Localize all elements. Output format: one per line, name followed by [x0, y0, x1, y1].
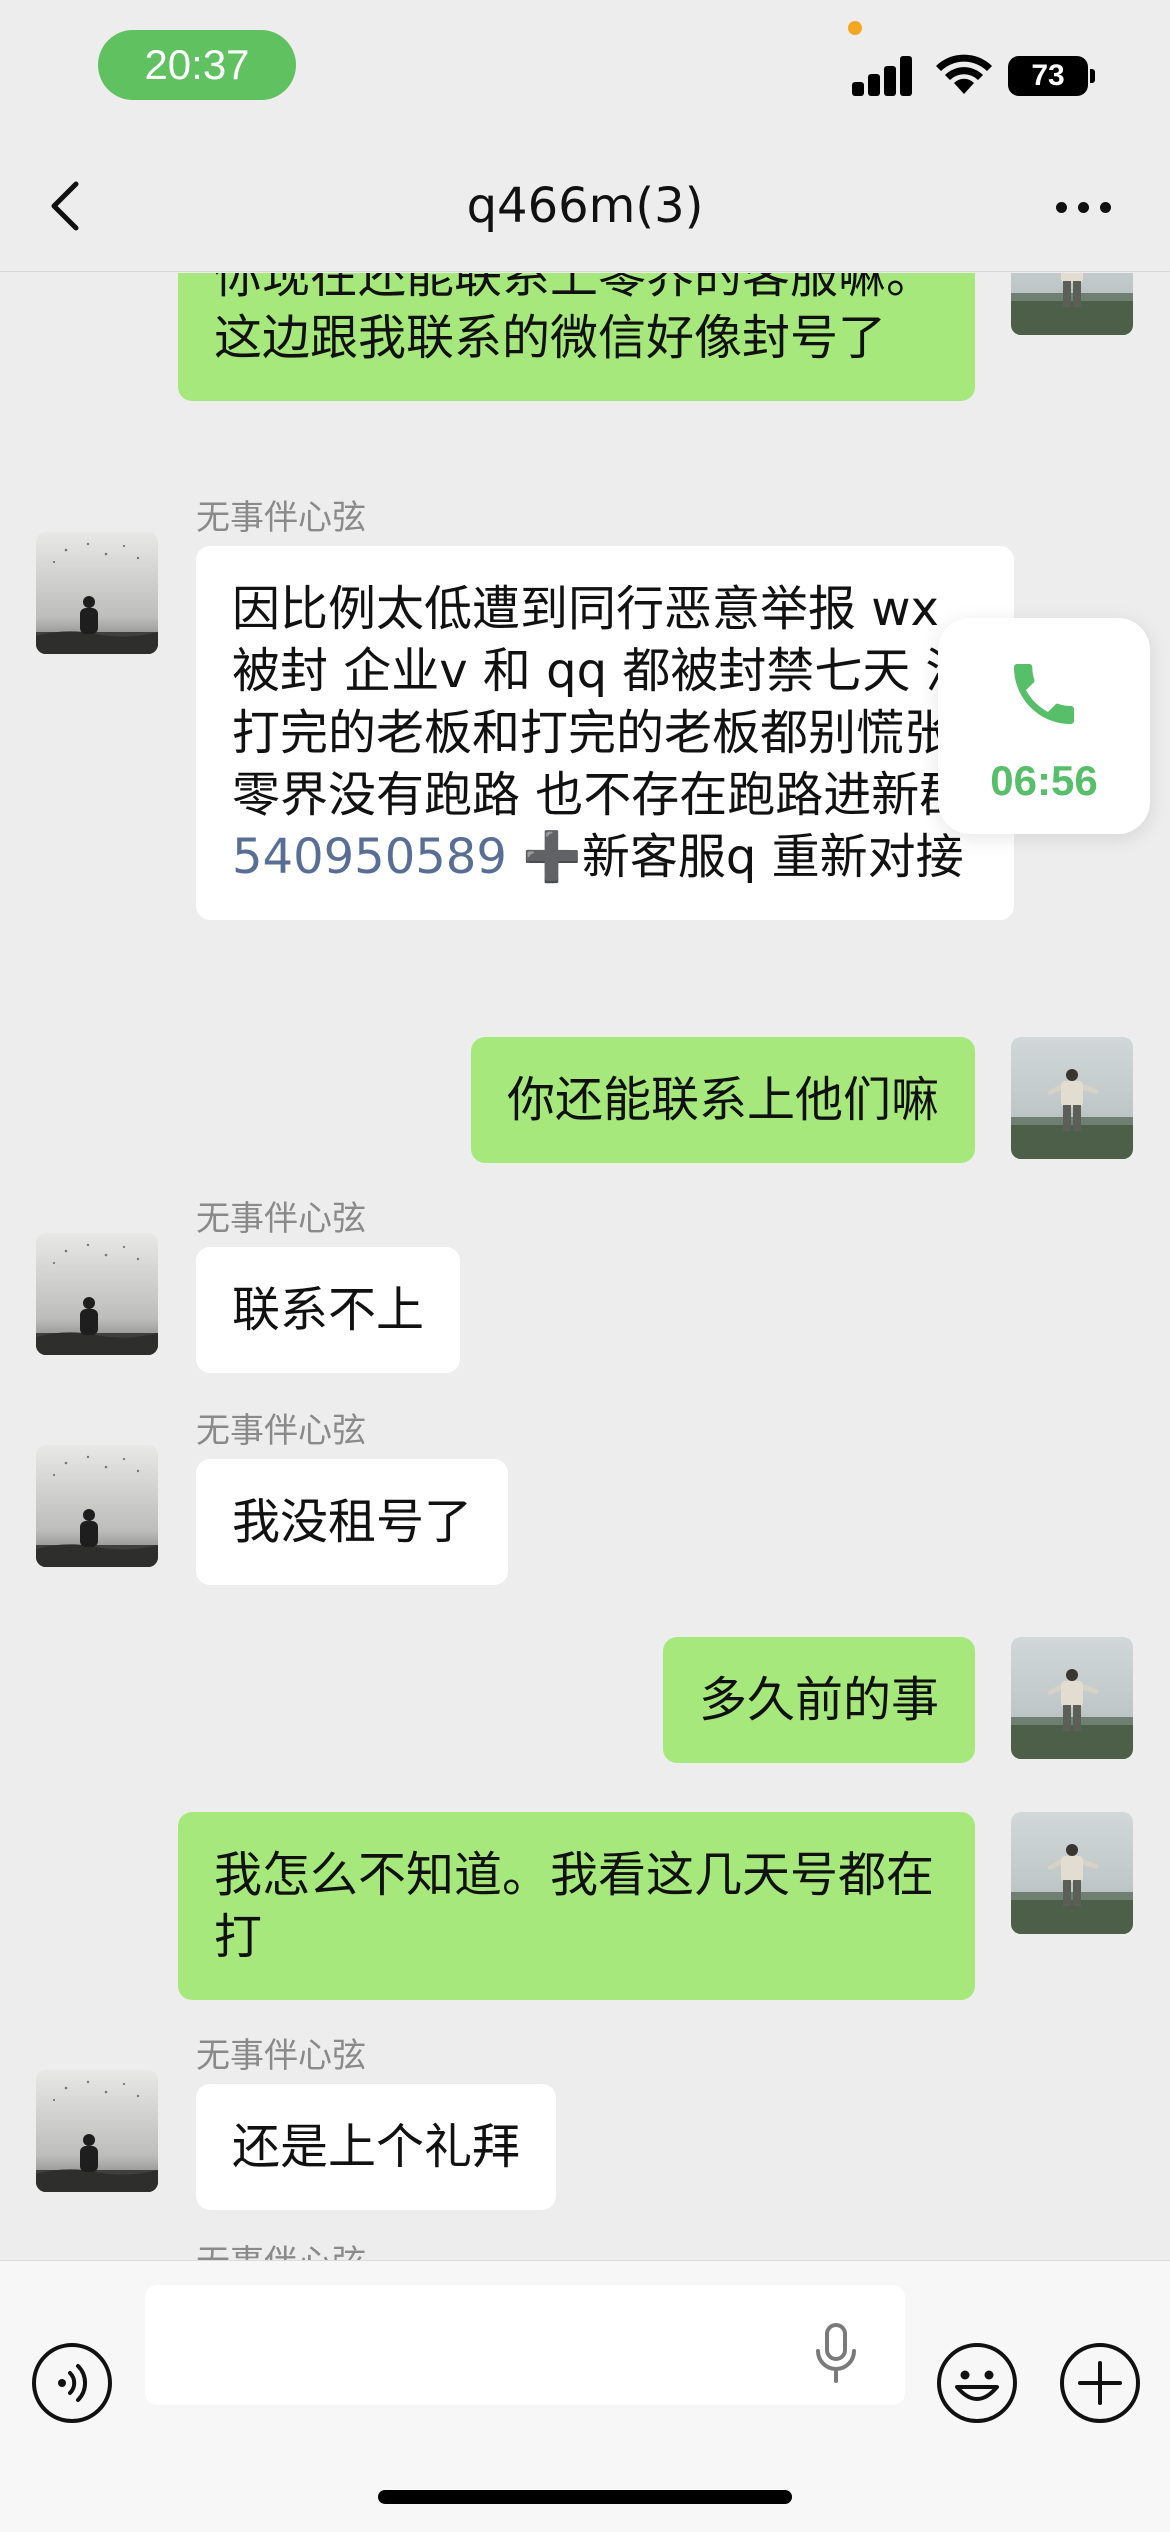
own-avatar[interactable] [1011, 1037, 1133, 1159]
cellular-signal-icon [852, 56, 914, 96]
status-bar: 20:37 73 [0, 0, 1170, 140]
message-text: 因比例太低遭到同行恶意举报 wx被封 企业v 和 qq 都被封禁七天 没打完的老… [232, 581, 974, 823]
chat-title[interactable]: q466m(3) [300, 176, 870, 236]
emoji-icon[interactable] [935, 2341, 1019, 2425]
voice-icon[interactable] [30, 2341, 114, 2425]
own-avatar[interactable] [1011, 1812, 1133, 1934]
ongoing-call-widget[interactable]: 06:56 [938, 618, 1150, 834]
group-number-link[interactable]: 540950589 [232, 829, 507, 885]
message-bubble[interactable]: 我没租号了 [196, 1459, 509, 1585]
message-bubble[interactable]: 还是上个礼拜 [196, 2084, 557, 2210]
message-bubble[interactable]: 多久前的事 [662, 1637, 975, 1763]
status-time: 20:37 [98, 30, 296, 100]
sender-name: 无事伴心弦 [196, 498, 366, 538]
home-indicator[interactable] [378, 2490, 792, 2504]
message-text: ➕新客服q 重新对接 [506, 829, 964, 885]
call-duration: 06:56 [990, 757, 1098, 804]
sender-name: 无事伴心弦 [196, 1199, 366, 1239]
contact-avatar[interactable] [36, 1233, 158, 1355]
own-avatar[interactable] [1011, 273, 1133, 335]
battery-level: 73 [1008, 56, 1088, 96]
own-avatar[interactable] [1011, 1637, 1133, 1759]
sender-name: 无事伴心弦 [196, 2036, 366, 2076]
more-icon[interactable] [1054, 192, 1114, 222]
mic-icon[interactable] [812, 2323, 860, 2385]
plus-icon[interactable] [1058, 2341, 1142, 2425]
message-list[interactable]: 你现在还能联系上零界的客服嘛。这边跟我联系的微信好像封号了 无事伴心弦 因比例太… [0, 273, 1170, 2260]
contact-avatar[interactable] [36, 532, 158, 654]
sender-name: 无事伴心弦 [196, 1411, 366, 1451]
privacy-indicator-dot [848, 21, 862, 35]
message-bubble[interactable]: 你还能联系上他们嘛 [470, 1037, 975, 1163]
message-bubble[interactable]: 你现在还能联系上零界的客服嘛。这边跟我联系的微信好像封号了 [178, 273, 975, 401]
message-bubble[interactable]: 联系不上 [196, 1247, 461, 1373]
message-bubble[interactable]: 因比例太低遭到同行恶意举报 wx被封 企业v 和 qq 都被封禁七天 没打完的老… [196, 546, 1014, 920]
contact-avatar[interactable] [36, 1445, 158, 1567]
contact-avatar[interactable] [36, 2070, 158, 2192]
sender-name: 无事伴心弦 [196, 2241, 366, 2260]
message-bubble[interactable]: 我怎么不知道。我看这几天号都在打 [178, 1812, 975, 2000]
wifi-icon [936, 54, 992, 94]
chevron-left-icon[interactable] [40, 176, 96, 236]
battery-tip [1090, 69, 1095, 83]
message-input[interactable] [145, 2285, 905, 2405]
phone-icon [1014, 664, 1074, 724]
chat-header: q466m(3) [0, 140, 1170, 272]
